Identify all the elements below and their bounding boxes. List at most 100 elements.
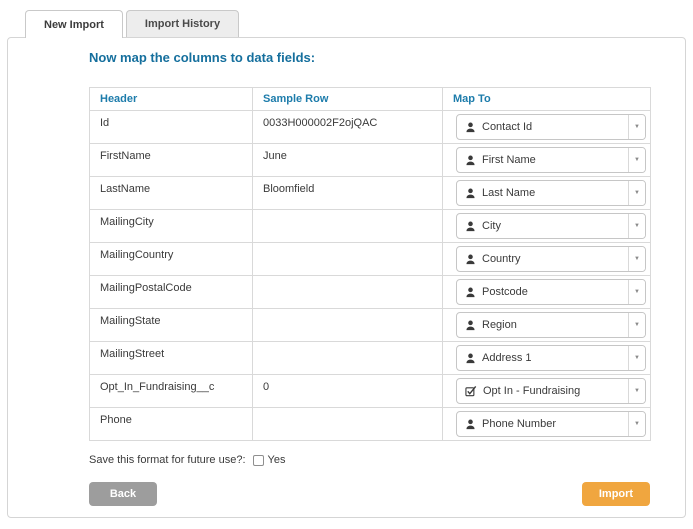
- map-to-cell: Country ▼: [443, 243, 651, 276]
- person-icon: [465, 188, 476, 199]
- map-to-selected-value: Address 1: [482, 352, 532, 364]
- table-row: LastName Bloomfield: [90, 177, 651, 210]
- tab-import-history[interactable]: Import History: [126, 10, 239, 37]
- map-to-select[interactable]: Postcode ▼: [456, 279, 646, 305]
- sample-cell: [253, 309, 443, 342]
- map-to-select[interactable]: Country ▼: [456, 246, 646, 272]
- map-to-selected-value: Region: [482, 319, 517, 331]
- header-cell: Opt_In_Fundraising__c: [90, 375, 253, 408]
- new-import-panel: Now map the columns to data fields: Head…: [7, 37, 686, 518]
- header-cell: FirstName: [90, 144, 253, 177]
- map-to-selected-value: City: [482, 220, 501, 232]
- save-format-row: Save this format for future use?: Yes: [89, 454, 650, 466]
- person-icon: [465, 122, 476, 133]
- table-header-row: Header Sample Row Map To: [90, 88, 651, 111]
- table-row: MailingPostalCode: [90, 276, 651, 309]
- map-to-selected-value: Opt In - Fundraising: [483, 385, 580, 397]
- map-to-select-value-area: Address 1: [457, 346, 628, 370]
- sample-cell: June: [253, 144, 443, 177]
- chevron-down-icon: ▼: [628, 148, 645, 172]
- sample-cell: [253, 408, 443, 441]
- checkbox-checked-icon: [465, 385, 477, 397]
- map-to-cell: First Name ▼: [443, 144, 651, 177]
- map-to-select-value-area: Country: [457, 247, 628, 271]
- sample-cell: [253, 243, 443, 276]
- person-icon: [465, 320, 476, 331]
- map-to-selected-value: Country: [482, 253, 521, 265]
- map-to-select[interactable]: Contact Id ▼: [456, 114, 646, 140]
- chevron-down-icon: ▼: [628, 280, 645, 304]
- map-to-select[interactable]: Phone Number ▼: [456, 411, 646, 437]
- column-header-sample-row: Sample Row: [253, 88, 443, 111]
- table-row: MailingStreet: [90, 342, 651, 375]
- map-to-select[interactable]: Opt In - Fundraising ▼: [456, 378, 646, 404]
- map-to-select-value-area: First Name: [457, 148, 628, 172]
- tab-new-import[interactable]: New Import: [25, 10, 123, 38]
- map-to-select-value-area: Postcode: [457, 280, 628, 304]
- map-to-selected-value: Postcode: [482, 286, 528, 298]
- person-icon: [465, 419, 476, 430]
- table-row: Phone: [90, 408, 651, 441]
- map-to-select[interactable]: First Name ▼: [456, 147, 646, 173]
- table-row: Opt_In_Fundraising__c 0: [90, 375, 651, 408]
- map-to-cell: Opt In - Fundraising ▼: [443, 375, 651, 408]
- import-wizard-page: New Import Import History Now map the co…: [0, 0, 693, 529]
- header-cell: MailingCity: [90, 210, 253, 243]
- header-cell: MailingCountry: [90, 243, 253, 276]
- map-to-select[interactable]: Last Name ▼: [456, 180, 646, 206]
- map-to-cell: Phone Number ▼: [443, 408, 651, 441]
- chevron-down-icon: ▼: [628, 313, 645, 337]
- sample-cell: Bloomfield: [253, 177, 443, 210]
- save-format-checkbox[interactable]: [253, 455, 264, 466]
- chevron-down-icon: ▼: [628, 214, 645, 238]
- table-row: FirstName June: [90, 144, 651, 177]
- save-format-checkbox-label: Yes: [268, 454, 286, 466]
- column-mapping-table: Header Sample Row Map To Id 0033H000002F…: [89, 87, 651, 441]
- table-row: MailingCity: [90, 210, 651, 243]
- person-icon: [465, 287, 476, 298]
- table-row: MailingState: [90, 309, 651, 342]
- map-to-cell: Contact Id ▼: [443, 111, 651, 144]
- chevron-down-icon: ▼: [628, 247, 645, 271]
- header-cell: MailingPostalCode: [90, 276, 253, 309]
- map-to-cell: Region ▼: [443, 309, 651, 342]
- table-body: Id 0033H000002F2ojQAC: [90, 111, 651, 441]
- chevron-down-icon: ▼: [628, 412, 645, 436]
- table-row: MailingCountry: [90, 243, 651, 276]
- chevron-down-icon: ▼: [628, 115, 645, 139]
- column-header-map-to: Map To: [443, 88, 651, 111]
- map-to-select-value-area: Contact Id: [457, 115, 628, 139]
- header-cell: MailingStreet: [90, 342, 253, 375]
- page-title: Now map the columns to data fields:: [89, 50, 650, 65]
- sample-cell: [253, 210, 443, 243]
- chevron-down-icon: ▼: [628, 346, 645, 370]
- tab-bar: New Import Import History: [25, 10, 239, 38]
- person-icon: [465, 155, 476, 166]
- map-to-selected-value: Phone Number: [482, 418, 556, 430]
- tab-import-history-label: Import History: [145, 18, 220, 30]
- chevron-down-icon: ▼: [628, 181, 645, 205]
- sample-cell: 0033H000002F2ojQAC: [253, 111, 443, 144]
- map-to-selected-value: Last Name: [482, 187, 535, 199]
- map-to-cell: City ▼: [443, 210, 651, 243]
- import-button[interactable]: Import: [582, 482, 650, 506]
- map-to-select[interactable]: Region ▼: [456, 312, 646, 338]
- person-icon: [465, 221, 476, 232]
- map-to-select-value-area: Opt In - Fundraising: [457, 379, 628, 403]
- column-header-header: Header: [90, 88, 253, 111]
- map-to-cell: Last Name ▼: [443, 177, 651, 210]
- sample-cell: [253, 276, 443, 309]
- action-button-row: Back Import: [89, 482, 650, 506]
- header-cell: Phone: [90, 408, 253, 441]
- map-to-cell: Address 1 ▼: [443, 342, 651, 375]
- save-format-label: Save this format for future use?:: [89, 454, 246, 466]
- person-icon: [465, 254, 476, 265]
- map-to-cell: Postcode ▼: [443, 276, 651, 309]
- header-cell: MailingState: [90, 309, 253, 342]
- map-to-select[interactable]: Address 1 ▼: [456, 345, 646, 371]
- chevron-down-icon: ▼: [628, 379, 645, 403]
- sample-cell: [253, 342, 443, 375]
- map-to-select[interactable]: City ▼: [456, 213, 646, 239]
- back-button[interactable]: Back: [89, 482, 157, 506]
- tab-new-import-label: New Import: [44, 19, 104, 31]
